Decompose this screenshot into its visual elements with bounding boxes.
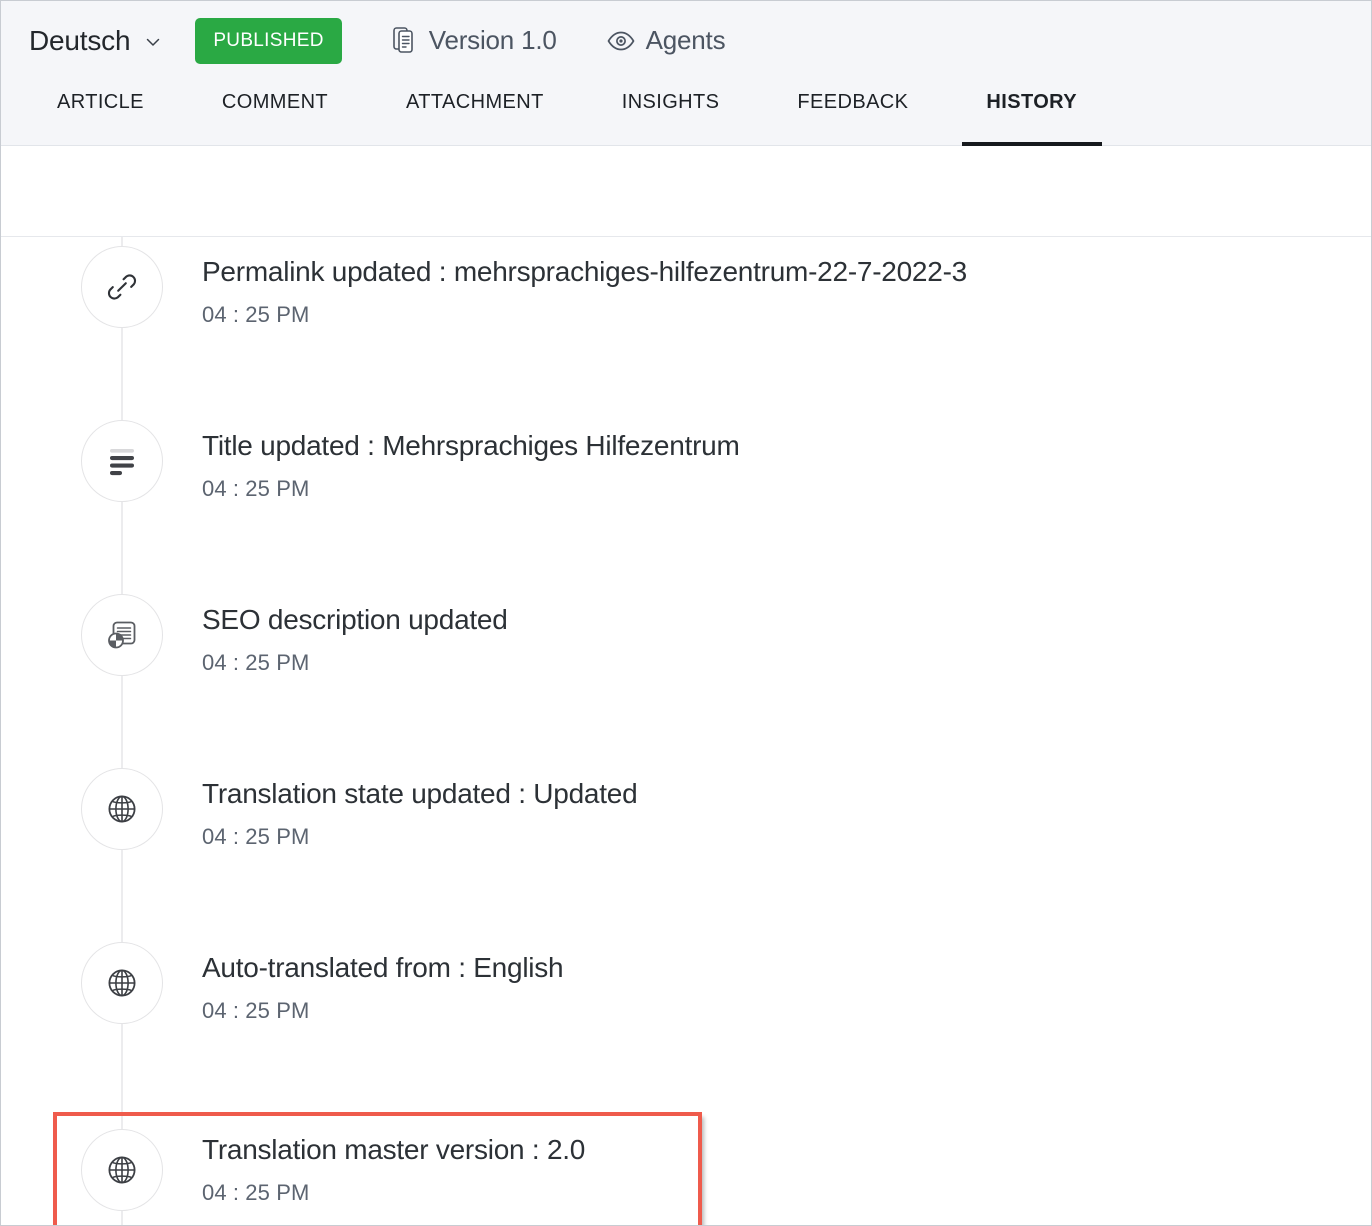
timeline-entry-body: Translation state updated : Updated 04 :…: [202, 768, 638, 850]
timeline-entry-title: SEO description updated: [202, 604, 508, 635]
timeline-entry: Permalink updated : mehrsprachiges-hilfe…: [1, 237, 1371, 411]
timeline-entry: SEO description updated 04 : 25 PM: [1, 585, 1371, 759]
content-toolbar-band: [1, 146, 1371, 237]
timeline-entry-body: Permalink updated : mehrsprachiges-hilfe…: [202, 246, 967, 328]
tab-feedback[interactable]: FEEDBACK: [797, 80, 908, 146]
tab-comment[interactable]: COMMENT: [222, 80, 328, 146]
timeline-bullet: [81, 1129, 163, 1211]
timeline-entry-title: Auto-translated from : English: [202, 952, 564, 983]
timeline-bullet: [81, 594, 163, 676]
timeline-entry-time: 04 : 25 PM: [202, 475, 310, 501]
timeline-entry-title: Translation master version : 2.0: [202, 1134, 586, 1165]
globe-icon: [104, 965, 140, 1001]
timeline-entry-body: SEO description updated 04 : 25 PM: [202, 594, 508, 676]
top-header-bar: Deutsch PUBLISHED Version 1.0 Agents: [1, 1, 1371, 80]
history-timeline: Permalink updated : mehrsprachiges-hilfe…: [1, 237, 1371, 1225]
agents-button[interactable]: Agents: [607, 25, 726, 56]
agents-label: Agents: [645, 25, 726, 55]
timeline-bullet: [81, 942, 163, 1024]
version-label: Version 1.0: [428, 25, 557, 55]
globe-icon: [104, 1152, 140, 1188]
timeline-entry-body: Auto-translated from : English 04 : 25 P…: [202, 942, 564, 1024]
timeline-entry-time: 04 : 25 PM: [202, 649, 310, 675]
tab-attachment[interactable]: ATTACHMENT: [406, 80, 544, 146]
timeline-entry: Title updated : Mehrsprachiges Hilfezent…: [1, 411, 1371, 585]
timeline-bullet: [81, 246, 163, 328]
timeline-entry-body: Translation master version : 2.0 04 : 25…: [202, 1129, 585, 1206]
timeline-entry: Translation state updated : Updated 04 :…: [1, 759, 1371, 933]
link-icon: [105, 270, 139, 304]
tab-article[interactable]: ARTICLE: [57, 80, 144, 146]
timeline-entry-time: 04 : 25 PM: [202, 823, 310, 849]
text-lines-icon: [105, 446, 139, 476]
language-label: Deutsch: [29, 24, 131, 56]
timeline-entry-time: 04 : 25 PM: [202, 997, 310, 1023]
app-window: Deutsch PUBLISHED Version 1.0 Agents ART…: [0, 0, 1372, 1226]
timeline-entry-title: Title updated : Mehrsprachiges Hilfezent…: [202, 430, 740, 461]
timeline-bullet: [81, 420, 163, 502]
timeline-entry-body: Title updated : Mehrsprachiges Hilfezent…: [202, 420, 740, 502]
eye-icon: [607, 31, 635, 51]
status-badge-published[interactable]: PUBLISHED: [195, 17, 342, 64]
tab-insights[interactable]: INSIGHTS: [622, 80, 720, 146]
tab-bar: ARTICLE COMMENT ATTACHMENT INSIGHTS FEED…: [1, 80, 1371, 146]
version-button[interactable]: Version 1.0: [392, 25, 557, 56]
tab-history[interactable]: HISTORY: [962, 80, 1102, 146]
timeline-entry: Auto-translated from : English 04 : 25 P…: [1, 933, 1371, 1107]
timeline-bullet: [81, 768, 163, 850]
globe-icon: [104, 791, 140, 827]
chevron-down-icon: [144, 33, 162, 51]
language-selector[interactable]: Deutsch: [29, 25, 162, 57]
timeline-entry-time: 04 : 25 PM: [202, 301, 310, 327]
timeline-entry-title: Translation state updated : Updated: [202, 778, 638, 809]
timeline-entry-title: Permalink updated : mehrsprachiges-hilfe…: [202, 256, 967, 287]
seo-document-chart-icon: [104, 617, 140, 653]
timeline-entry-time: 04 : 25 PM: [202, 1179, 310, 1205]
timeline-entry-highlighted: Translation master version : 2.0 04 : 25…: [1, 1107, 1371, 1225]
document-stack-icon: [392, 27, 418, 54]
